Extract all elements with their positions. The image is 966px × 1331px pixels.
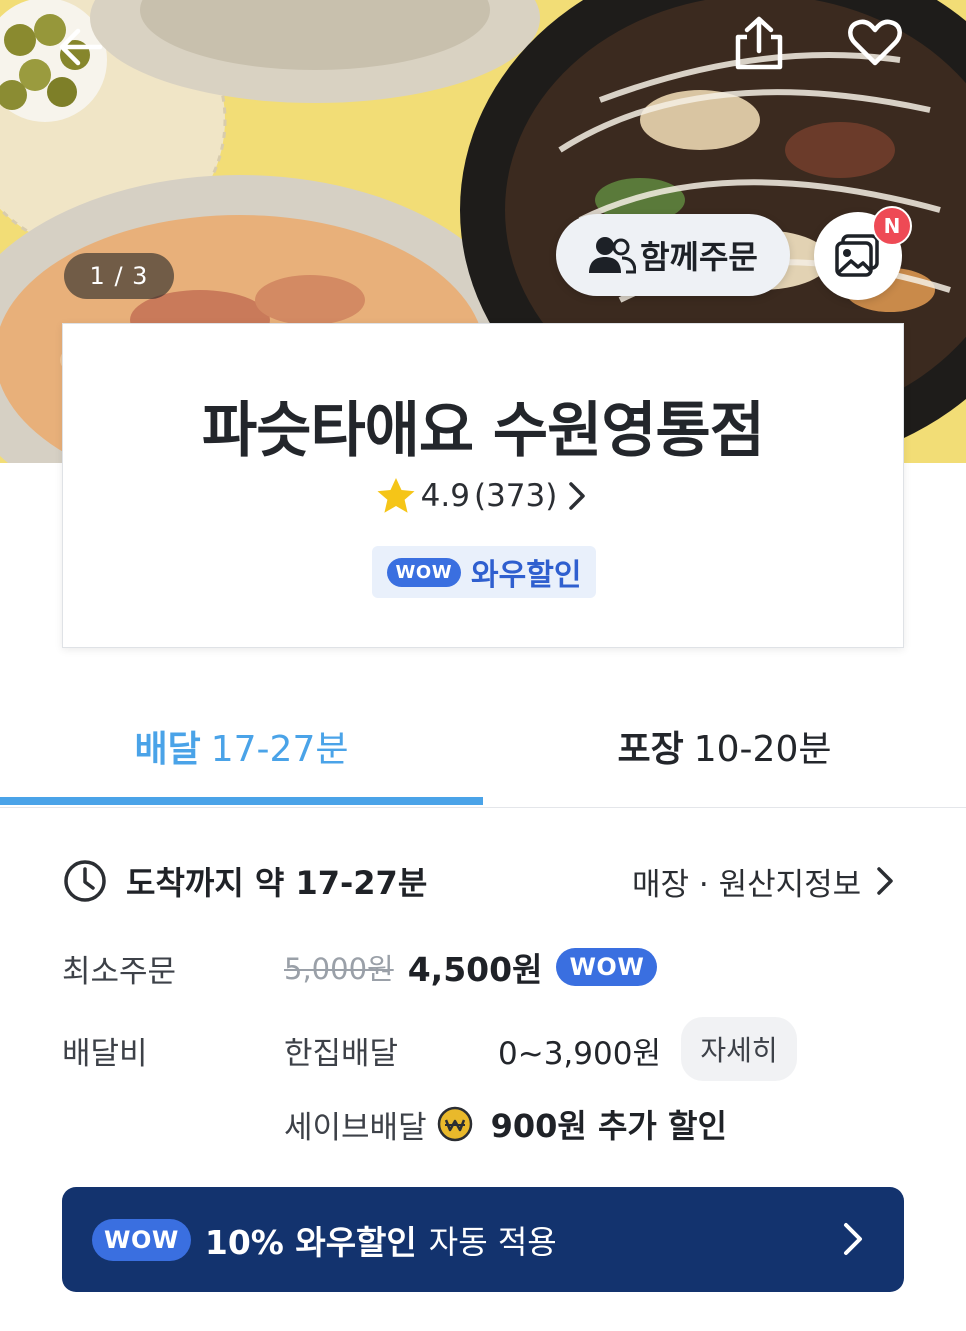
- eta-row: 도착까지 약 17-27분: [62, 855, 427, 907]
- tab-delivery-label: 배달: [134, 729, 201, 770]
- group-order-button[interactable]: 함께주문: [556, 214, 790, 296]
- share-icon: [735, 16, 783, 70]
- chevron-right-icon: [569, 482, 586, 510]
- delivery-fee-range: 0~3,900원: [498, 1036, 661, 1072]
- favorite-button[interactable]: [840, 8, 910, 78]
- min-order-old-price: 5,000원: [284, 952, 394, 986]
- people-icon: [589, 237, 637, 274]
- wow-banner-bold-text: 10% 와우할인: [204, 1222, 417, 1262]
- wow-discount-chip: WOW 와우할인: [372, 546, 596, 598]
- wow-badge: WOW: [386, 557, 462, 587]
- min-order-new-price: 4,500원: [407, 950, 543, 989]
- clock-icon: [64, 860, 106, 902]
- coin-icon: [437, 1106, 472, 1142]
- store-origin-info-link[interactable]: 매장 · 원산지정보: [632, 855, 899, 907]
- eta-text: 도착까지 약 17-27분: [126, 864, 428, 902]
- back-button[interactable]: [46, 12, 116, 82]
- save-delivery-label: 세이브배달: [284, 1109, 427, 1146]
- tab-pickup-time: 10-20분: [693, 729, 832, 770]
- wow-discount-label: 와우할인: [471, 558, 582, 593]
- order-type-tabs: 배달 17-27분 포장 10-20분: [0, 690, 966, 808]
- share-button[interactable]: [724, 8, 794, 78]
- save-delivery-row: 세이브배달 900원 추가 할인: [284, 1100, 727, 1148]
- active-tab-indicator: [0, 797, 483, 805]
- min-order-values: 5,000원 4,500원 WOW: [284, 942, 658, 992]
- star-icon: [377, 478, 415, 513]
- delivery-fee-detail-button[interactable]: 자세히: [681, 1017, 797, 1081]
- chevron-right-icon: [877, 867, 893, 895]
- rating-link[interactable]: 4.9 (373): [63, 476, 903, 516]
- new-badge: N: [872, 206, 912, 246]
- rating-value: 4.9: [420, 478, 470, 514]
- tab-pickup[interactable]: 포장 10-20분: [483, 690, 966, 802]
- photo-review-icon: [835, 234, 879, 277]
- min-order-label: 최소주문: [62, 954, 177, 990]
- store-info-card: 파슷타애요 수원영통점 4.9 (373) WOW 와우할인: [62, 323, 904, 648]
- wow-badge: WOW: [92, 1218, 191, 1261]
- store-name: 파슷타애요 수원영통점: [202, 396, 765, 466]
- tab-pickup-label: 포장: [617, 729, 684, 770]
- group-order-label: 함께주문: [640, 238, 758, 276]
- review-count: (373): [473, 478, 558, 514]
- save-delivery-discount: 900원 추가 할인: [490, 1107, 727, 1145]
- arrow-left-icon: [59, 28, 103, 66]
- wow-discount-banner[interactable]: WOW 10% 와우할인 자동 적용: [62, 1187, 904, 1292]
- tab-delivery[interactable]: 배달 17-27분: [0, 690, 483, 802]
- delivery-type: 한집배달: [284, 1036, 399, 1072]
- image-page-counter: 1 / 3: [64, 253, 174, 299]
- chevron-right-icon: [844, 1223, 862, 1255]
- delivery-fee-label: 배달비: [62, 1036, 148, 1072]
- tab-delivery-time: 17-27분: [210, 729, 349, 770]
- wow-badge: WOW: [556, 948, 658, 986]
- wow-banner-text: 자동 적용: [428, 1222, 557, 1261]
- store-info-label: 매장 · 원산지정보: [632, 866, 862, 903]
- heart-icon: [848, 19, 902, 66]
